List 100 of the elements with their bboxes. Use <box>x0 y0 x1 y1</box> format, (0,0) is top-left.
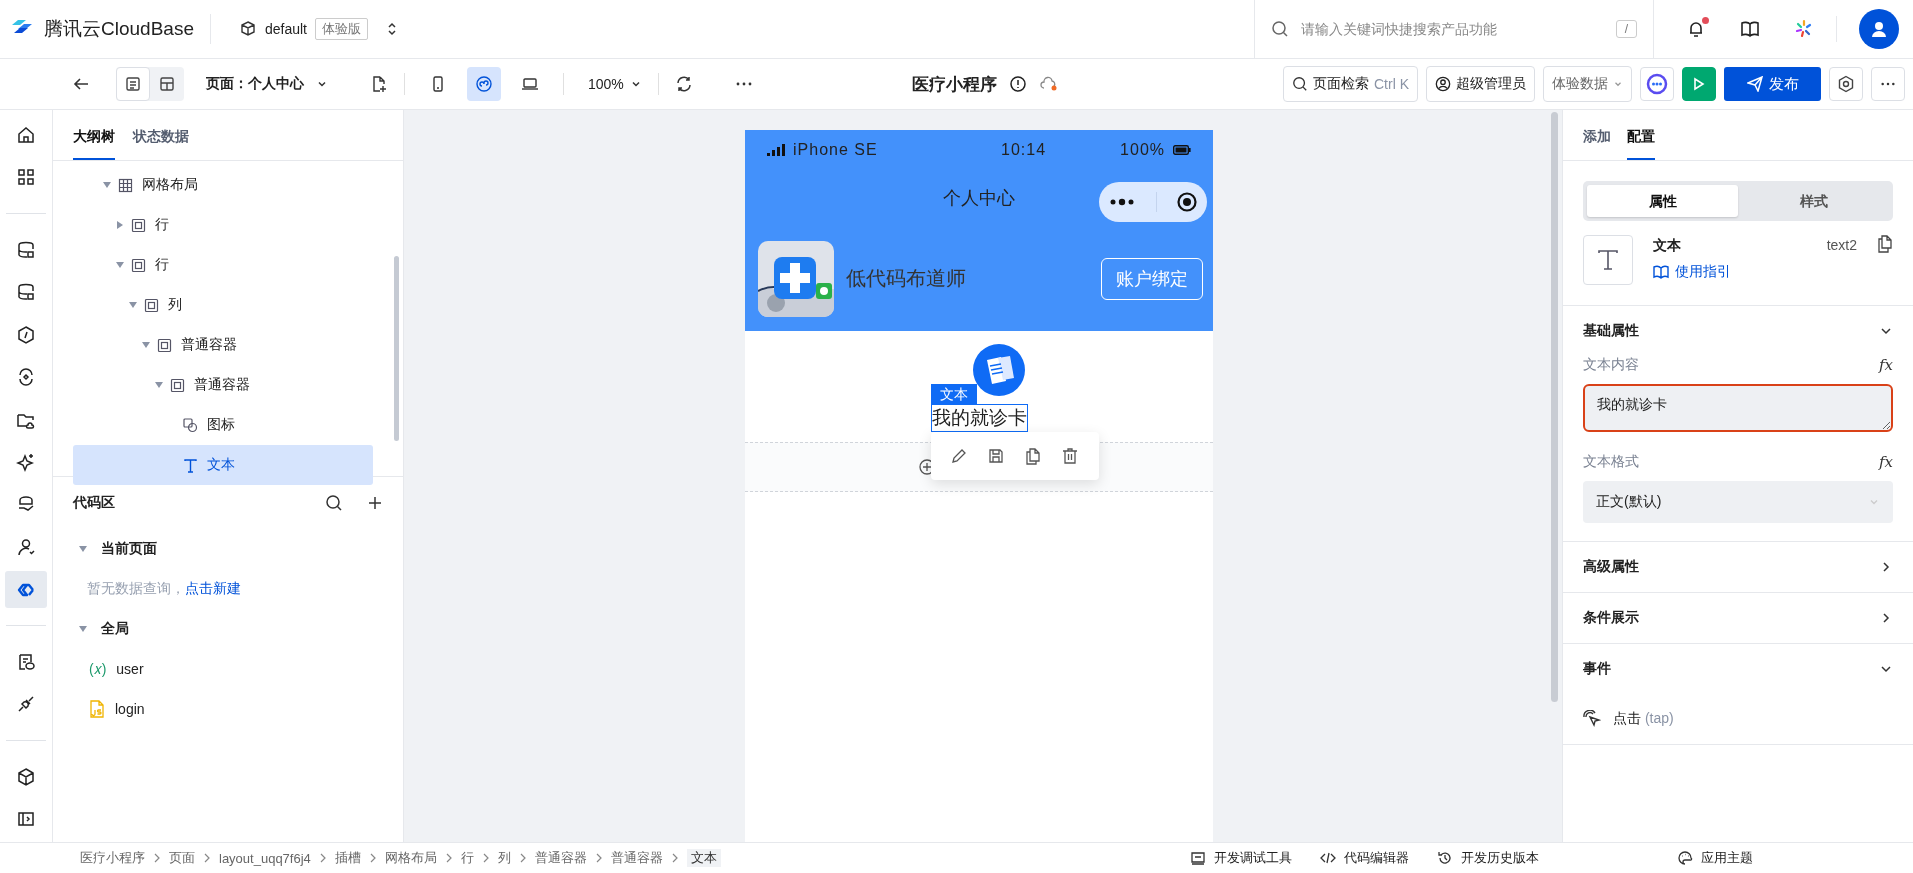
tree-item[interactable]: 行 <box>73 245 373 285</box>
tree-item[interactable]: 列 <box>73 285 373 325</box>
delete-icon[interactable] <box>1061 447 1079 465</box>
page-selector[interactable]: 页面：个人中心 <box>206 75 304 93</box>
panel-tab[interactable]: 添加 <box>1583 128 1611 160</box>
settings-button[interactable] <box>1829 67 1863 101</box>
edit-icon[interactable] <box>950 447 968 465</box>
panel-tab[interactable]: 配置 <box>1627 128 1655 160</box>
text-format-select[interactable]: 正文(默认) <box>1583 481 1893 523</box>
shortcut-key: / <box>1615 20 1637 38</box>
tree-item[interactable]: 网格布局 <box>73 165 373 205</box>
breadcrumb-item[interactable]: 普通容器 <box>534 849 587 867</box>
save-icon[interactable] <box>987 447 1005 465</box>
tree-item[interactable]: 普通容器 <box>73 325 373 365</box>
add-page-icon[interactable] <box>370 75 388 93</box>
panel-tab[interactable]: 大纲树 <box>73 128 115 160</box>
expand-caret-icon[interactable] <box>79 546 87 552</box>
expand-caret-icon[interactable] <box>129 302 137 308</box>
field-label: 文本内容 <box>1583 356 1639 374</box>
cube-icon <box>238 20 257 38</box>
breadcrumb-item[interactable]: 插槽 <box>334 849 361 867</box>
search-input[interactable]: 请输入关键词快捷搜索产品功能 <box>1299 20 1606 38</box>
avatar[interactable] <box>1859 9 1899 49</box>
tree-item[interactable]: 行 <box>73 205 373 245</box>
add-icon[interactable] <box>367 495 383 511</box>
section-header[interactable]: 事件 <box>1583 644 1893 694</box>
code-group[interactable]: 全局 <box>73 609 383 649</box>
footer-tool-button[interactable]: 开发调试工具 <box>1190 849 1292 867</box>
usage-guide-link[interactable]: 使用指引 <box>1653 263 1807 281</box>
expand-caret-icon[interactable] <box>155 382 163 388</box>
role-button[interactable]: 超级管理员 <box>1426 66 1535 102</box>
js-file-icon <box>89 700 105 718</box>
data-mode-select[interactable]: 体验数据 <box>1543 66 1632 102</box>
code-group[interactable]: 当前页面 <box>73 529 383 569</box>
breadcrumb-item[interactable]: 文本 <box>686 849 721 867</box>
footer-tool-button[interactable]: 开发历史版本 <box>1437 849 1539 867</box>
sort-icon[interactable] <box>386 21 398 37</box>
expand-caret-icon[interactable] <box>142 342 150 348</box>
segment-tab[interactable]: 样式 <box>1738 185 1889 217</box>
info-icon[interactable] <box>1009 75 1027 93</box>
colorful-star-icon[interactable] <box>1794 19 1814 39</box>
expand-caret-icon[interactable] <box>116 262 124 268</box>
breadcrumb-item[interactable]: 网格布局 <box>384 849 437 867</box>
create-link[interactable]: 点击新建 <box>185 580 241 598</box>
chevron-right-icon <box>203 853 211 863</box>
breadcrumb-item[interactable]: 列 <box>497 849 511 867</box>
breadcrumb-item[interactable]: 页面 <box>169 849 195 867</box>
book-icon[interactable] <box>1740 19 1760 39</box>
breadcrumb-item[interactable]: 普通容器 <box>610 849 663 867</box>
app-title: 医疗小程序 <box>912 73 997 96</box>
segment-tab[interactable]: 属性 <box>1587 185 1738 217</box>
publish-button[interactable]: 发布 <box>1724 67 1821 101</box>
refresh-icon[interactable] <box>674 75 693 93</box>
tree-item[interactable]: 普通容器 <box>73 365 373 405</box>
breadcrumb-item[interactable]: 医疗小程序 <box>80 849 145 867</box>
copy-icon[interactable] <box>1877 235 1893 253</box>
environment-name[interactable]: default <box>264 21 307 37</box>
tap-icon <box>1583 710 1601 728</box>
text-component-icon <box>1583 235 1633 285</box>
code-item[interactable]: (𝑥) user <box>73 649 383 689</box>
panel-tab[interactable]: 状态数据 <box>133 128 189 160</box>
scrollbar[interactable] <box>1551 112 1558 702</box>
code-icon[interactable] <box>5 570 47 609</box>
zoom-selector[interactable]: 100% <box>588 76 624 92</box>
history-icon <box>1437 850 1453 866</box>
search-icon[interactable] <box>325 494 343 512</box>
footer-tool-button[interactable]: 应用主题 <box>1677 849 1753 867</box>
container-icon <box>170 377 185 393</box>
version-badge: 体验版 <box>315 18 368 40</box>
expand-caret-icon[interactable] <box>103 182 111 188</box>
event-item[interactable]: 点击 (tap) <box>1583 694 1893 744</box>
search-icon <box>1271 20 1289 38</box>
list-view-icon[interactable] <box>116 67 150 101</box>
play-icon <box>1692 77 1706 91</box>
tree-item[interactable]: 图标 <box>73 405 373 445</box>
expand-caret-icon[interactable] <box>117 221 123 229</box>
formula-button[interactable]: fx <box>1879 356 1893 374</box>
breadcrumb-item[interactable]: 行 <box>460 849 474 867</box>
code-item[interactable]: login <box>73 689 383 729</box>
run-button[interactable] <box>1682 67 1716 101</box>
section-header[interactable]: 高级属性 <box>1583 542 1893 592</box>
container-icon <box>144 297 159 313</box>
copy-icon[interactable] <box>1024 447 1042 465</box>
page-search-button[interactable]: 页面检索 Ctrl K <box>1283 66 1418 102</box>
formula-button[interactable]: fx <box>1879 453 1893 471</box>
selection-tag: 文本 <box>930 384 977 404</box>
breadcrumb-item[interactable]: layout_uqq7f6j4 <box>219 850 311 866</box>
text-content-field[interactable]: 我的就诊卡 <box>1583 384 1893 432</box>
miniapp-icon[interactable] <box>467 67 501 101</box>
tree-item[interactable]: 文本 <box>73 445 373 485</box>
scrollbar[interactable] <box>394 256 399 441</box>
assistant-button[interactable] <box>1640 67 1674 101</box>
section-header[interactable]: 条件展示 <box>1583 593 1893 643</box>
search-field[interactable]: 请输入关键词快捷搜索产品功能 / <box>1254 0 1654 58</box>
cloud-sync-icon[interactable] <box>1039 76 1059 92</box>
expand-caret-icon[interactable] <box>79 626 87 632</box>
section-header[interactable]: 基础属性 <box>1583 306 1893 356</box>
footer-tool-button[interactable]: 代码编辑器 <box>1320 849 1409 867</box>
chevron-right-icon <box>444 853 453 863</box>
selected-text[interactable]: 我的就诊卡 <box>930 404 1028 432</box>
